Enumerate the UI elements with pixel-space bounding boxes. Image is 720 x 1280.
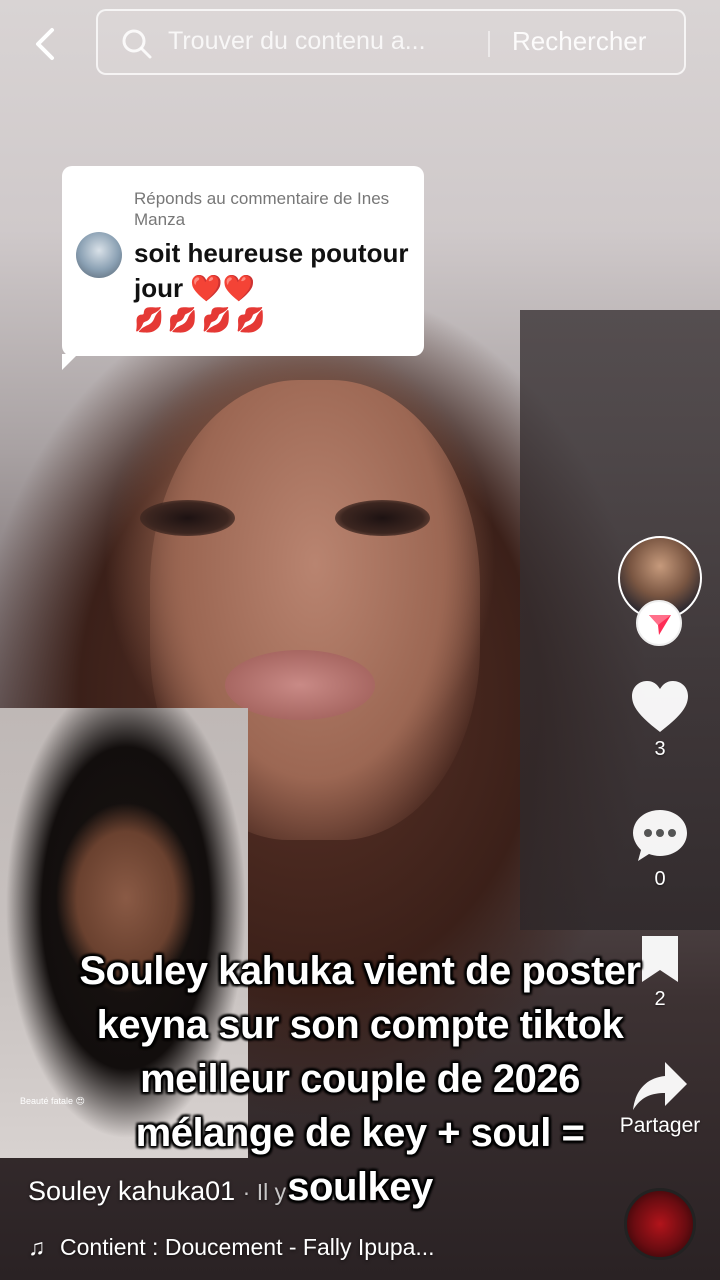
- chevron-left-icon: [36, 28, 54, 60]
- caption-line: mélange de key + soul =: [135, 1111, 585, 1155]
- reply-comment-card[interactable]: Réponds au commentaire de Ines Manza soi…: [62, 166, 424, 370]
- send-arrow-icon: [649, 615, 671, 635]
- video-caption: Souley kahuka vient de poster keyna sur …: [40, 944, 680, 1214]
- reply-header: Réponds au commentaire de Ines Manza: [134, 189, 390, 229]
- music-info[interactable]: ♫ Contient : Doucement - Fally Ipupa...: [28, 1234, 435, 1261]
- caption-line: keyna sur son compte tiktok: [96, 1003, 624, 1047]
- heart-icon: [632, 681, 688, 732]
- caption-line: Souley kahuka vient de poster: [79, 949, 641, 993]
- video-screen[interactable]: Trouver du contenu a... Rechercher Répon…: [0, 0, 720, 1280]
- like-button[interactable]: 3: [610, 680, 710, 761]
- music-title: Contient : Doucement - Fally Ipupa...: [60, 1234, 435, 1260]
- like-count: 3: [654, 738, 666, 760]
- top-bar: Trouver du contenu a... Rechercher: [0, 0, 720, 90]
- reply-comment-emojis: 💋💋💋💋: [134, 307, 270, 334]
- search-input[interactable]: Trouver du contenu a... Rechercher: [96, 9, 686, 75]
- music-note-icon: ♫: [28, 1234, 46, 1260]
- back-button[interactable]: [28, 24, 64, 64]
- caption-line: meilleur couple de 2026: [140, 1057, 580, 1101]
- video-subject-eye: [140, 500, 235, 536]
- search-button[interactable]: Rechercher: [512, 26, 646, 57]
- caption-line: soulkey: [287, 1165, 433, 1209]
- video-subject-eye: [335, 500, 430, 536]
- follow-button[interactable]: [636, 600, 682, 646]
- reply-comment-text: soit heureuse poutour jour ❤️❤️: [134, 238, 409, 303]
- search-icon: [122, 29, 152, 59]
- comment-icon: [633, 810, 687, 861]
- comment-count: 0: [654, 868, 666, 890]
- search-divider: [488, 31, 490, 57]
- search-placeholder: Trouver du contenu a...: [168, 27, 426, 55]
- commenter-avatar: [76, 232, 122, 278]
- comment-button[interactable]: 0: [610, 808, 710, 891]
